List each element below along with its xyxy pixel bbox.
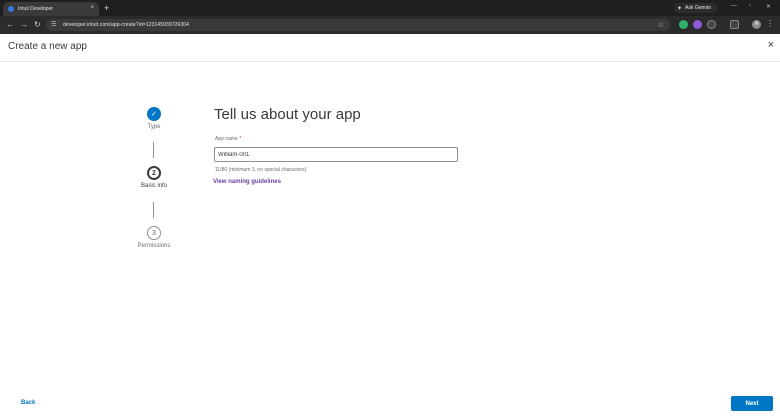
browser-menu-icon[interactable]: ⋮ [766,19,774,28]
step-connector [153,202,154,218]
step-check-icon: ✓ [147,107,161,121]
site-info-icon[interactable]: ☰ [51,21,59,29]
page-title: Create a new app [8,41,87,52]
minimize-icon[interactable]: — [731,3,737,9]
extension-green-icon[interactable] [679,20,688,29]
naming-guidelines-link[interactable]: View naming guidelines [213,179,281,185]
tab-title: Intuit Developer [18,6,54,12]
browser-tab[interactable]: Intuit Developer × [3,2,99,16]
required-marker: * [239,136,242,142]
app-name-label: App name * [215,136,241,142]
ask-gemini-label: Ask Gemini [685,5,711,11]
intuit-favicon-icon [8,6,14,12]
gemini-spark-icon: ✦ [677,5,683,12]
extension-purple-icon[interactable] [693,20,702,29]
bookmark-star-icon[interactable]: ☆ [658,21,664,29]
app-name-label-text: App name [215,136,238,142]
step-permissions: 3 Permissions [124,226,184,249]
step-label: Basic info [140,183,167,189]
browser-toolbar: ← → ↻ ☰ developer.intuit.com/app-create?… [0,16,780,34]
profile-avatar[interactable]: A [752,20,761,29]
form-heading: Tell us about your app [214,106,361,123]
browser-tab-bar: Intuit Developer × + ✦ Ask Gemini — ▫ ✕ [0,0,780,16]
char-count-hint: 11/80 (minimum 3, no special characters) [215,167,307,173]
back-button[interactable]: Back [21,400,35,406]
back-arrow-icon[interactable]: ← [6,19,14,30]
step-number: 3 [147,226,161,240]
step-type: ✓ Type [124,107,184,130]
forward-arrow-icon[interactable]: → [20,19,28,30]
maximize-icon[interactable]: ▫ [749,3,751,9]
ask-gemini-button[interactable]: ✦ Ask Gemini [674,3,718,13]
tab-close-icon[interactable]: × [90,5,94,11]
close-icon[interactable]: × [768,39,774,51]
step-label: Permissions [137,243,171,249]
side-panel-icon[interactable] [730,20,739,29]
address-url: developer.intuit.com/app-create?id=12314… [63,22,190,28]
app-name-input[interactable] [214,147,458,162]
step-label: Type [147,124,161,130]
address-bar[interactable]: ☰ developer.intuit.com/app-create?id=123… [46,19,670,31]
step-connector [153,142,154,158]
next-button[interactable]: Next [731,396,773,411]
step-number: 2 [147,166,161,180]
step-basic-info: 2 Basic info [124,166,184,189]
app-header: Create a new app × [0,34,780,62]
reload-icon[interactable]: ↻ [34,19,41,30]
window-close-icon[interactable]: ✕ [766,3,771,10]
extensions-puzzle-icon[interactable] [707,20,716,29]
new-tab-icon[interactable]: + [104,2,109,14]
